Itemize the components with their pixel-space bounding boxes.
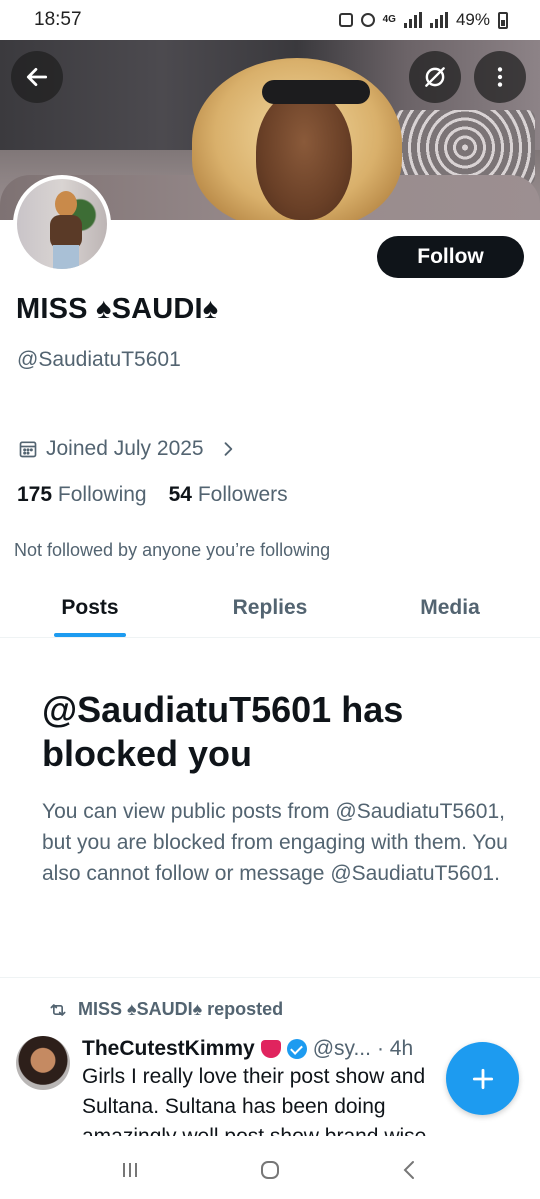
following-label: Following [57, 483, 147, 506]
status-time: 18:57 [34, 9, 82, 30]
verified-badge-icon [286, 1039, 307, 1059]
battery-percent: 49% [455, 10, 490, 29]
followers-count: 54 [168, 483, 192, 506]
recents-icon [123, 1162, 137, 1177]
calendar-icon [19, 441, 37, 458]
mutual-followers-note: Not followed by anyone you’re following [14, 540, 331, 560]
repost-icon [50, 1003, 66, 1016]
profile-handle: @SaudiatuT5601 [17, 348, 181, 371]
alarm-icon [360, 13, 375, 27]
back-chevron-icon [403, 1160, 414, 1179]
back-button[interactable] [11, 51, 63, 103]
repost-indicator[interactable]: MISS ♠SAUDI♠ reposted [48, 999, 283, 1020]
more-options-button[interactable] [474, 51, 526, 103]
back-nav-button[interactable] [390, 1150, 430, 1190]
system-nav-bar [0, 1140, 540, 1199]
lock-icon [338, 13, 353, 27]
joined-label: Joined July 2025 [46, 437, 204, 460]
compose-button[interactable] [446, 1042, 519, 1115]
back-arrow-icon [26, 68, 48, 86]
signal-icon [403, 12, 422, 28]
translate-off-button[interactable] [409, 51, 461, 103]
tweet-text[interactable]: Girls I really love their post show and … [82, 1062, 482, 1136]
network-type: 4G [382, 14, 396, 25]
tweet-author-avatar[interactable] [16, 1036, 70, 1090]
status-bar: 18:57 4G 49% [0, 0, 540, 40]
blocked-notice: @SaudiatuT5601 has blocked you You can v… [42, 688, 512, 889]
divider [0, 977, 540, 978]
tab-media[interactable]: Media [360, 590, 540, 637]
repost-label: MISS ♠SAUDI♠ reposted [78, 999, 284, 1019]
tongue-emoji-icon [260, 1040, 281, 1058]
following-link[interactable]: 175 Following [17, 483, 147, 507]
plus-icon [472, 1068, 493, 1089]
blocked-message: You can view public posts from @Saudiatu… [42, 800, 508, 885]
home-icon [261, 1160, 279, 1179]
battery-icon [498, 11, 508, 29]
follow-button[interactable]: Follow [377, 236, 524, 278]
followers-link[interactable]: 54 Followers [169, 483, 288, 507]
follow-stats: 175 Following 54 Followers [17, 483, 288, 507]
chevron-right-icon [224, 442, 232, 456]
more-vertical-icon [497, 67, 503, 87]
following-count: 175 [17, 483, 53, 506]
profile-name: MISS ♠SAUDI♠ [16, 293, 219, 325]
tab-replies[interactable]: Replies [180, 590, 360, 637]
tab-posts[interactable]: Posts [0, 590, 180, 637]
followers-label: Followers [197, 483, 288, 506]
blocked-title: @SaudiatuT5601 has blocked you [42, 689, 404, 774]
joined-date[interactable]: Joined July 2025 [18, 437, 238, 461]
tweet-author-handle: @sy... [312, 1037, 371, 1060]
tweet-author-name[interactable]: TheCutestKimmy [82, 1037, 255, 1061]
signal-icon-2 [429, 12, 448, 28]
home-button[interactable] [250, 1150, 290, 1190]
status-icons: 4G 49% [338, 10, 508, 30]
avatar[interactable] [13, 175, 111, 273]
tweet-time: · 4h [376, 1037, 414, 1060]
circle-slash-icon [425, 67, 445, 87]
profile-tabs: Posts Replies Media [0, 590, 540, 638]
recents-button[interactable] [110, 1150, 150, 1190]
